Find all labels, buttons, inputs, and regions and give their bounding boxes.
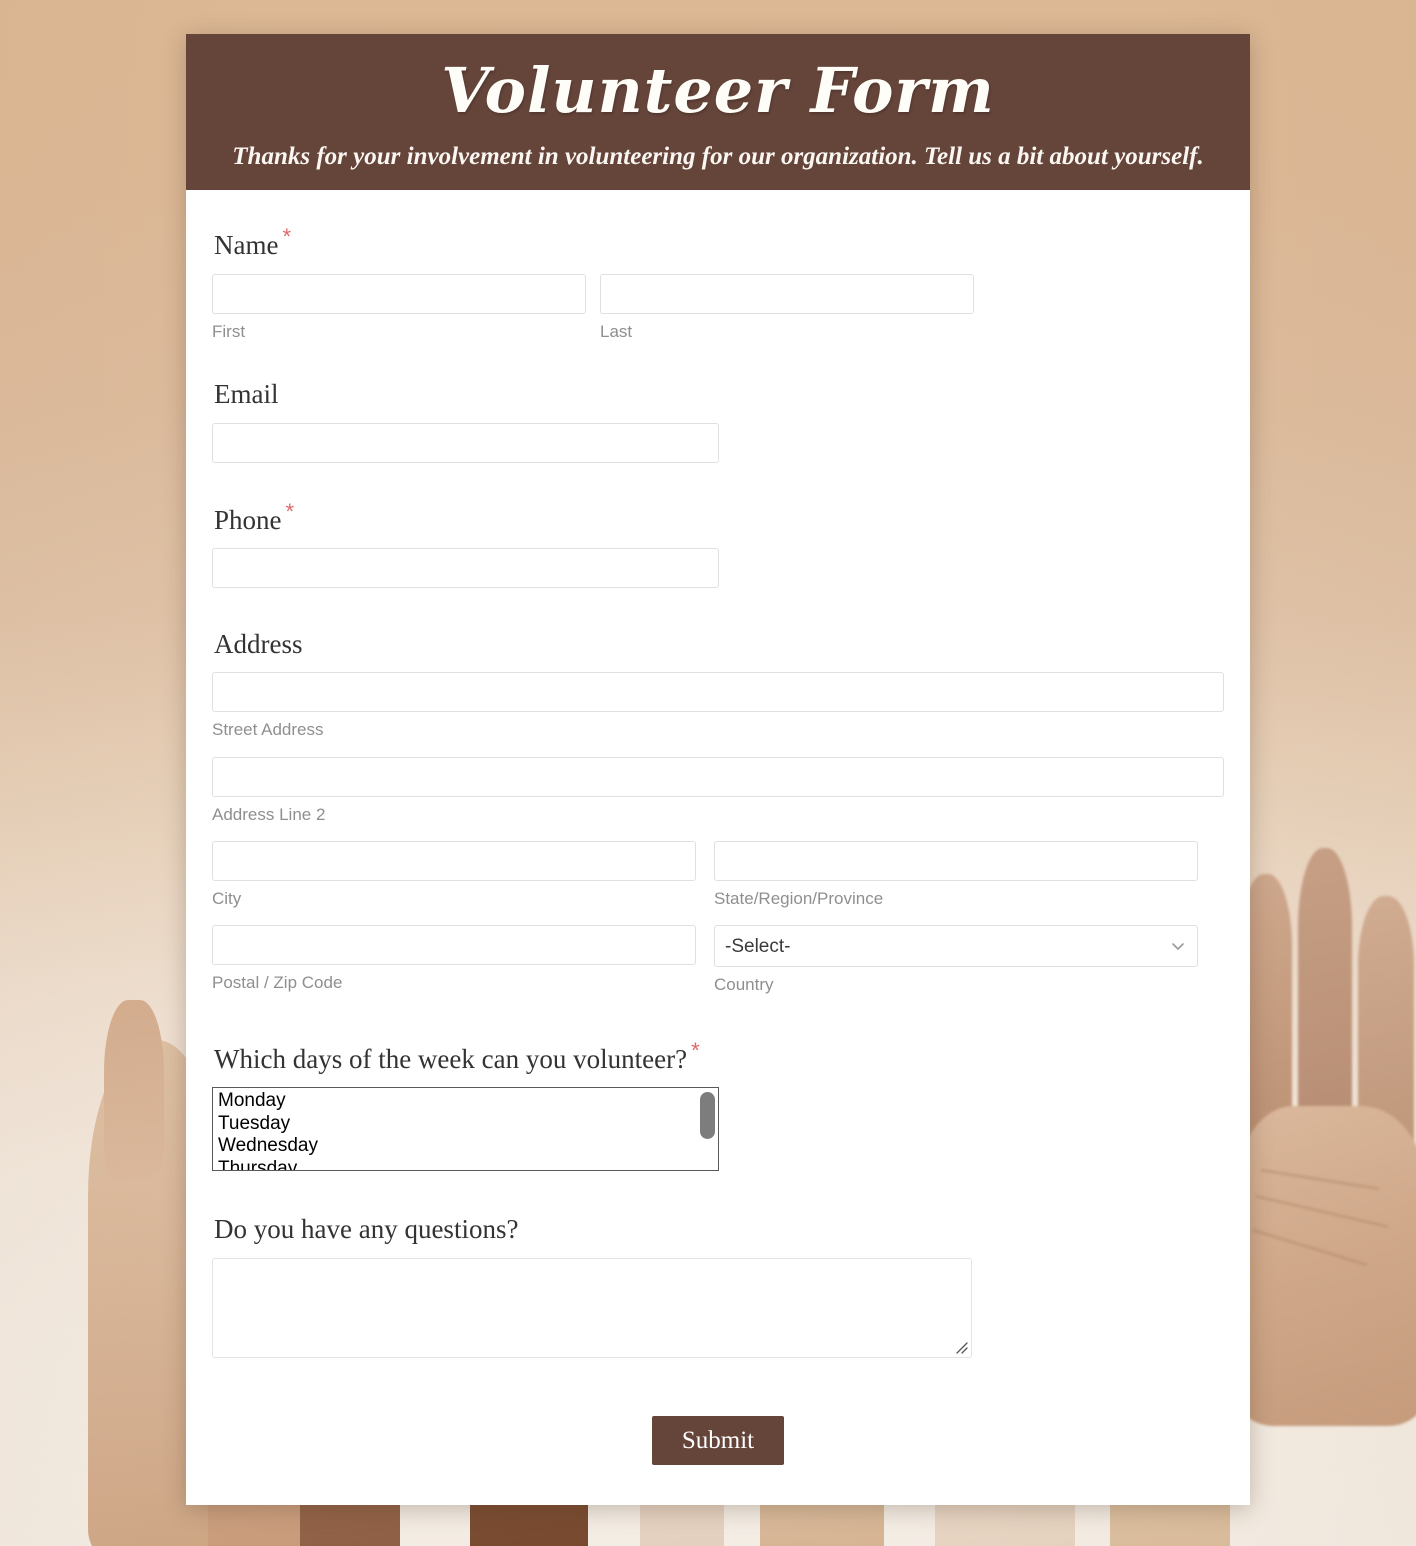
submit-row: Submit xyxy=(212,1415,1224,1466)
phone-group xyxy=(212,547,719,588)
field-questions: Do you have any questions? xyxy=(212,1213,1224,1358)
country-select[interactable]: -Select- xyxy=(714,925,1198,968)
field-name: Name * First Last xyxy=(212,224,1224,342)
label-address: Address xyxy=(214,628,303,659)
phone-input[interactable] xyxy=(212,547,719,588)
field-email: Email xyxy=(212,378,1224,463)
label-phone-text: Phone xyxy=(214,504,282,535)
name-first-group: First xyxy=(212,273,586,342)
street-address-group: Street Address xyxy=(212,672,1224,740)
label-days: Which days of the week can you volunteer… xyxy=(214,1038,1224,1075)
state-group: State/Region/Province xyxy=(714,841,1198,909)
field-phone: Phone * xyxy=(212,499,1224,588)
address-grid: Street Address Address Line 2 City State… xyxy=(212,672,1224,1012)
submit-button[interactable]: Submit xyxy=(651,1415,785,1466)
label-email: Email xyxy=(214,379,279,410)
listbox-scrollbar-thumb[interactable] xyxy=(700,1092,715,1140)
listbox-option[interactable]: Wednesday xyxy=(213,1135,718,1158)
address-line2-sublabel: Address Line 2 xyxy=(212,804,326,824)
city-input[interactable] xyxy=(212,841,696,882)
volunteer-form-card: Volunteer Form Thanks for your involveme… xyxy=(186,34,1250,1506)
required-marker: * xyxy=(691,1037,700,1063)
postal-code-sublabel: Postal / Zip Code xyxy=(212,973,343,993)
city-group: City xyxy=(212,841,696,909)
street-address-input[interactable] xyxy=(212,672,1224,713)
label-questions: Do you have any questions? xyxy=(214,1214,519,1245)
questions-textarea[interactable] xyxy=(212,1257,972,1358)
address-line2-group: Address Line 2 xyxy=(212,756,1224,825)
label-phone: Phone * xyxy=(214,499,1224,536)
address-line2-input[interactable] xyxy=(212,756,1224,797)
postal-code-group: Postal / Zip Code xyxy=(212,925,696,995)
listbox-option[interactable]: Thursday xyxy=(213,1158,718,1171)
name-last-group: Last xyxy=(600,273,974,342)
questions-textarea-wrap xyxy=(212,1257,972,1358)
last-name-input[interactable] xyxy=(600,273,974,314)
country-sublabel: Country xyxy=(714,975,774,995)
first-name-input[interactable] xyxy=(212,273,586,314)
name-row: First Last xyxy=(212,273,1224,342)
state-input[interactable] xyxy=(714,841,1198,882)
form-header: Volunteer Form Thanks for your involveme… xyxy=(186,34,1250,191)
email-input[interactable] xyxy=(212,422,719,463)
label-days-text: Which days of the week can you volunteer… xyxy=(214,1043,688,1074)
city-sublabel: City xyxy=(212,889,242,909)
state-sublabel: State/Region/Province xyxy=(714,889,884,909)
listbox-option[interactable]: Monday xyxy=(213,1090,718,1113)
street-address-sublabel: Street Address xyxy=(212,720,324,740)
page-title: Volunteer Form xyxy=(441,54,995,127)
country-group: -Select- Country xyxy=(714,925,1198,995)
field-address: Address Street Address Address Line 2 Ci… xyxy=(212,628,1224,1012)
postal-code-input[interactable] xyxy=(212,925,696,966)
last-name-sublabel: Last xyxy=(600,321,633,341)
form-body: Name * First Last Email Phone * Address … xyxy=(186,190,1250,1505)
email-group xyxy=(212,422,719,463)
label-name-text: Name xyxy=(214,230,279,261)
country-select-wrap: -Select- xyxy=(714,925,1198,968)
listbox-option[interactable]: Tuesday xyxy=(213,1113,718,1136)
form-subtitle: Thanks for your involvement in volunteer… xyxy=(232,143,1204,171)
days-listbox-wrap: Monday Tuesday Wednesday Thursday xyxy=(212,1087,719,1172)
first-name-sublabel: First xyxy=(212,321,246,341)
label-name: Name * xyxy=(214,224,1224,261)
field-days: Which days of the week can you volunteer… xyxy=(212,1038,1224,1172)
required-marker: * xyxy=(282,224,292,250)
days-listbox[interactable]: Monday Tuesday Wednesday Thursday xyxy=(212,1087,719,1172)
required-marker: * xyxy=(285,498,295,524)
